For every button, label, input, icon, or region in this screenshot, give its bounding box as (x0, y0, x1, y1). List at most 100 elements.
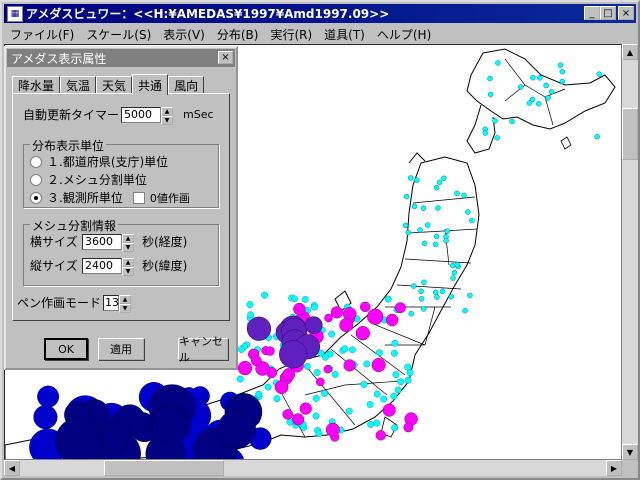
menu-help[interactable]: ヘルプ(H) (371, 26, 437, 43)
tab-common[interactable]: 共通 (132, 74, 169, 95)
title-bar[interactable]: ▦ アメダスビュワー：<<H:¥AMEDAS¥1997¥Amd1997.09>>… (4, 4, 636, 23)
width-up-icon[interactable]: ▲ (122, 233, 134, 243)
station-marker (414, 177, 420, 183)
tab-wind-direction[interactable]: 風向 (168, 76, 205, 94)
station-marker (548, 89, 555, 95)
pen-down-icon[interactable]: ▼ (119, 303, 132, 313)
station-marker (299, 402, 312, 415)
station-marker (316, 377, 325, 387)
station-marker (469, 217, 475, 224)
station-marker (375, 430, 386, 441)
vertical-scrollbar[interactable]: ▲ ▼ (622, 44, 638, 460)
cancel-button[interactable]: キャンセル (178, 335, 228, 364)
scroll-left-button[interactable]: ◀ (4, 460, 20, 476)
minimize-button[interactable]: _ (584, 6, 600, 20)
station-marker (315, 430, 323, 438)
tab-precipitation[interactable]: 降水量 (12, 76, 61, 94)
timer-row: 自動更新タイマー 5000 ▲ ▼ mSec (23, 106, 214, 125)
tab-weather[interactable]: 天気 (96, 76, 133, 94)
width-down-icon[interactable]: ▼ (122, 242, 134, 252)
station-marker (328, 330, 336, 338)
station-marker (487, 91, 494, 98)
zero-value-checkbox[interactable] (132, 191, 145, 204)
dialog-close-button[interactable]: × (218, 51, 233, 64)
station-marker (403, 193, 410, 200)
menu-bar: ファイル(F) スケール(S) 表示(V) 分布(B) 実行(R) 道具(T) … (4, 24, 636, 44)
close-button[interactable]: × (618, 6, 634, 20)
scroll-right-button[interactable]: ▶ (606, 460, 622, 476)
pen-mode-label: ペン作画モード (17, 296, 102, 310)
menu-distribution[interactable]: 分布(B) (211, 26, 265, 43)
horizontal-scroll-thumb[interactable] (104, 460, 224, 476)
station-marker (151, 405, 191, 445)
menu-scale[interactable]: スケール(S) (80, 26, 157, 43)
width-spinner[interactable]: 3600 ▲ ▼ (82, 233, 134, 252)
station-marker (331, 370, 339, 378)
station-marker (594, 133, 600, 140)
radio-mesh-icon[interactable] (30, 173, 42, 186)
station-marker (323, 364, 333, 374)
radio-station-icon[interactable] (30, 191, 42, 204)
height-spinner[interactable]: 2400 ▲ ▼ (82, 257, 134, 276)
station-marker (339, 318, 354, 333)
station-marker (97, 417, 132, 452)
station-marker (424, 222, 431, 228)
radio-mesh-label: ２.メシュ分割単位 (47, 173, 147, 187)
height-value[interactable]: 2400 (82, 257, 122, 274)
station-marker (384, 295, 392, 303)
station-marker (382, 403, 396, 417)
height-label: 縦サイズ (30, 259, 78, 273)
width-value[interactable]: 3600 (82, 233, 122, 250)
vertical-scroll-thumb[interactable] (622, 108, 638, 160)
station-marker (411, 283, 417, 289)
radio-station[interactable]: ３.観測所単位 0値作画 (30, 189, 190, 206)
ok-button[interactable]: OK (44, 338, 88, 360)
timer-up-icon[interactable]: ▲ (161, 106, 174, 116)
menu-tools[interactable]: 道具(T) (318, 26, 371, 43)
pen-mode-spinner[interactable]: 13 ▲ ▼ (103, 294, 132, 313)
radio-prefecture-icon[interactable] (30, 155, 42, 168)
pen-mode-value[interactable]: 13 (103, 294, 120, 311)
timer-spinner[interactable]: 5000 ▲ ▼ (121, 106, 174, 125)
station-marker (373, 390, 381, 398)
station-marker (559, 78, 566, 85)
station-marker (33, 405, 58, 430)
menu-view[interactable]: 表示(V) (157, 26, 211, 43)
apply-button[interactable]: 適用 (98, 338, 144, 360)
station-marker (435, 205, 441, 211)
station-marker (543, 82, 549, 89)
station-marker (418, 288, 424, 295)
radio-prefecture[interactable]: １.都道府県(支庁)単位 (30, 153, 168, 170)
timer-down-icon[interactable]: ▼ (161, 115, 174, 125)
station-marker (461, 192, 467, 199)
station-marker (367, 420, 375, 428)
station-marker (517, 84, 524, 90)
scroll-up-button[interactable]: ▲ (622, 44, 638, 60)
station-marker (293, 302, 306, 316)
menu-run[interactable]: 実行(R) (264, 26, 318, 43)
horizontal-scrollbar[interactable]: ◀ ▶ (4, 460, 622, 476)
station-marker (348, 346, 356, 354)
station-marker (448, 293, 454, 300)
station-marker (312, 394, 320, 402)
station-marker (265, 346, 275, 356)
station-marker (37, 385, 60, 408)
station-marker (264, 383, 272, 391)
scroll-down-button[interactable]: ▼ (622, 444, 638, 460)
menu-file[interactable]: ファイル(F) (4, 26, 80, 43)
tab-temperature[interactable]: 気温 (60, 76, 97, 94)
pen-up-icon[interactable]: ▲ (119, 294, 132, 304)
height-up-icon[interactable]: ▲ (122, 257, 134, 267)
station-marker (261, 291, 269, 299)
station-marker (397, 378, 405, 386)
maximize-button[interactable]: □ (600, 6, 616, 20)
station-marker (237, 346, 245, 353)
height-down-icon[interactable]: ▼ (122, 266, 134, 276)
radio-mesh[interactable]: ２.メシュ分割単位 (30, 171, 147, 188)
station-marker (255, 390, 263, 398)
timer-value[interactable]: 5000 (121, 106, 162, 123)
station-marker (433, 184, 440, 191)
dialog-title[interactable]: アメダス表示属性 (7, 49, 235, 67)
station-marker (282, 368, 296, 381)
station-marker (359, 301, 371, 313)
